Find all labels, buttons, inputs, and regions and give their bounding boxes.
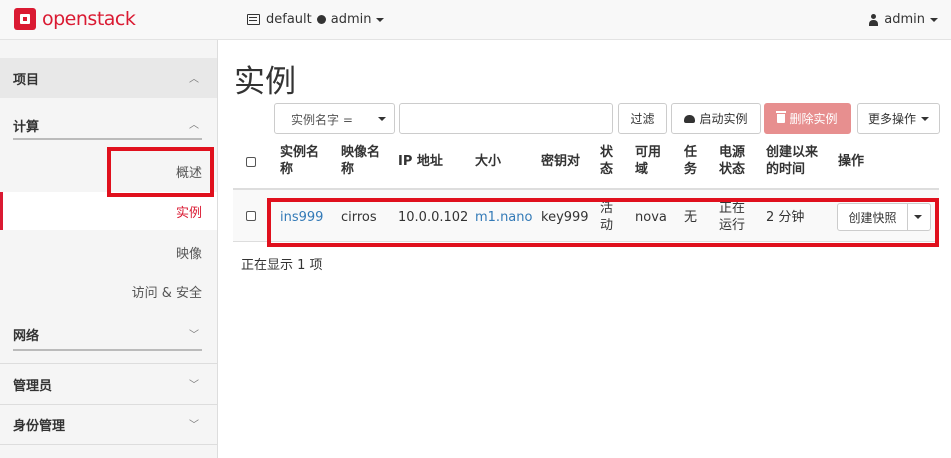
cloud-upload-icon [684,114,696,123]
top-navbar: openstack default admin admin [0,0,951,40]
chevron-down-icon: ﹀ [189,380,199,391]
sidebar-item-images[interactable]: 映像 [176,243,202,262]
column-header-name[interactable]: 实例名称 [280,144,324,178]
list-icon [247,14,260,25]
user-icon [868,13,879,26]
domain-name: default [266,12,312,27]
section-underline [13,349,202,351]
project-name: admin [330,12,372,27]
more-actions-button[interactable]: 更多操作 [857,103,940,134]
sidebar-section-project[interactable]: 项目 ︿ [0,58,217,98]
select-all-checkbox[interactable] [246,157,256,167]
chevron-down-icon [378,117,386,121]
sidebar-section-label: 身份管理 [13,419,66,434]
user-name: admin [884,12,925,27]
column-header-task[interactable]: 任务 [684,144,700,178]
divider [0,444,217,445]
sidebar-section-identity[interactable]: 身份管理 ﹀ [0,415,217,445]
launch-instance-button[interactable]: 启动实例 [671,103,761,134]
column-header-keypair[interactable]: 密钥对 [541,153,580,170]
chevron-down-icon: ﹀ [189,330,199,341]
sidebar-section-label: 网络 [13,329,40,344]
column-header-age[interactable]: 创建以来的时间 [766,144,824,178]
chevron-down-icon: ﹀ [189,420,199,431]
divider [0,363,217,364]
sidebar: 项目 ︿ 计算 ︿ 概述 实例 映像 访问 & 安全 网络 ﹀ 管理员 ﹀ 身份… [0,40,218,458]
column-header-zone[interactable]: 可用域 [635,144,665,178]
delete-instances-button[interactable]: 删除实例 [764,103,851,134]
column-header-image[interactable]: 映像名称 [341,144,385,178]
sidebar-section-label: 计算 [13,120,40,135]
highlight-box-row [267,198,939,247]
filter-button-label: 过滤 [630,112,655,126]
chevron-up-icon: ︿ [189,74,199,85]
section-underline [13,138,202,140]
column-header-ip[interactable]: IP 地址 [398,153,443,170]
chevron-down-icon [921,116,929,121]
page-title: 实例 [234,64,296,100]
highlight-box-sidebar [107,147,214,197]
filter-field-select[interactable]: 实例名字 = [274,103,395,134]
sidebar-item-access-security[interactable]: 访问 & 安全 [132,282,202,301]
chevron-down-icon [376,17,385,22]
column-header-actions: 操作 [838,154,865,169]
chevron-down-icon [930,17,938,22]
filter-input[interactable] [399,103,613,134]
sidebar-section-compute[interactable]: 计算 ︿ [0,102,217,142]
launch-instance-label: 启动实例 [699,112,748,126]
project-switcher[interactable]: default admin [247,12,385,27]
filter-button[interactable]: 过滤 [618,103,667,134]
sidebar-item-instances[interactable]: 实例 [176,202,202,221]
column-header-size[interactable]: 大小 [475,153,501,170]
active-indicator [0,192,3,230]
dot-icon [316,15,326,24]
sidebar-section-label: 管理员 [13,379,53,394]
row-checkbox[interactable] [246,211,256,221]
sidebar-section-admin[interactable]: 管理员 ﹀ [0,375,217,405]
trash-icon [776,111,787,123]
brand-name: openstack [42,8,136,30]
delete-instances-label: 删除实例 [789,112,838,126]
openstack-logo-icon [14,8,36,30]
column-header-power[interactable]: 电源状态 [719,144,749,178]
divider [0,404,217,405]
sidebar-section-label: 项目 [13,73,40,88]
column-header-status[interactable]: 状态 [600,144,616,178]
chevron-up-icon: ︿ [189,120,199,131]
item-count: 正在显示 1 项 [241,258,323,273]
user-menu[interactable]: admin [868,12,938,27]
filter-field-value: 实例名字 = [291,113,353,127]
more-actions-label: 更多操作 [867,112,916,126]
brand-logo[interactable]: openstack [14,8,136,30]
